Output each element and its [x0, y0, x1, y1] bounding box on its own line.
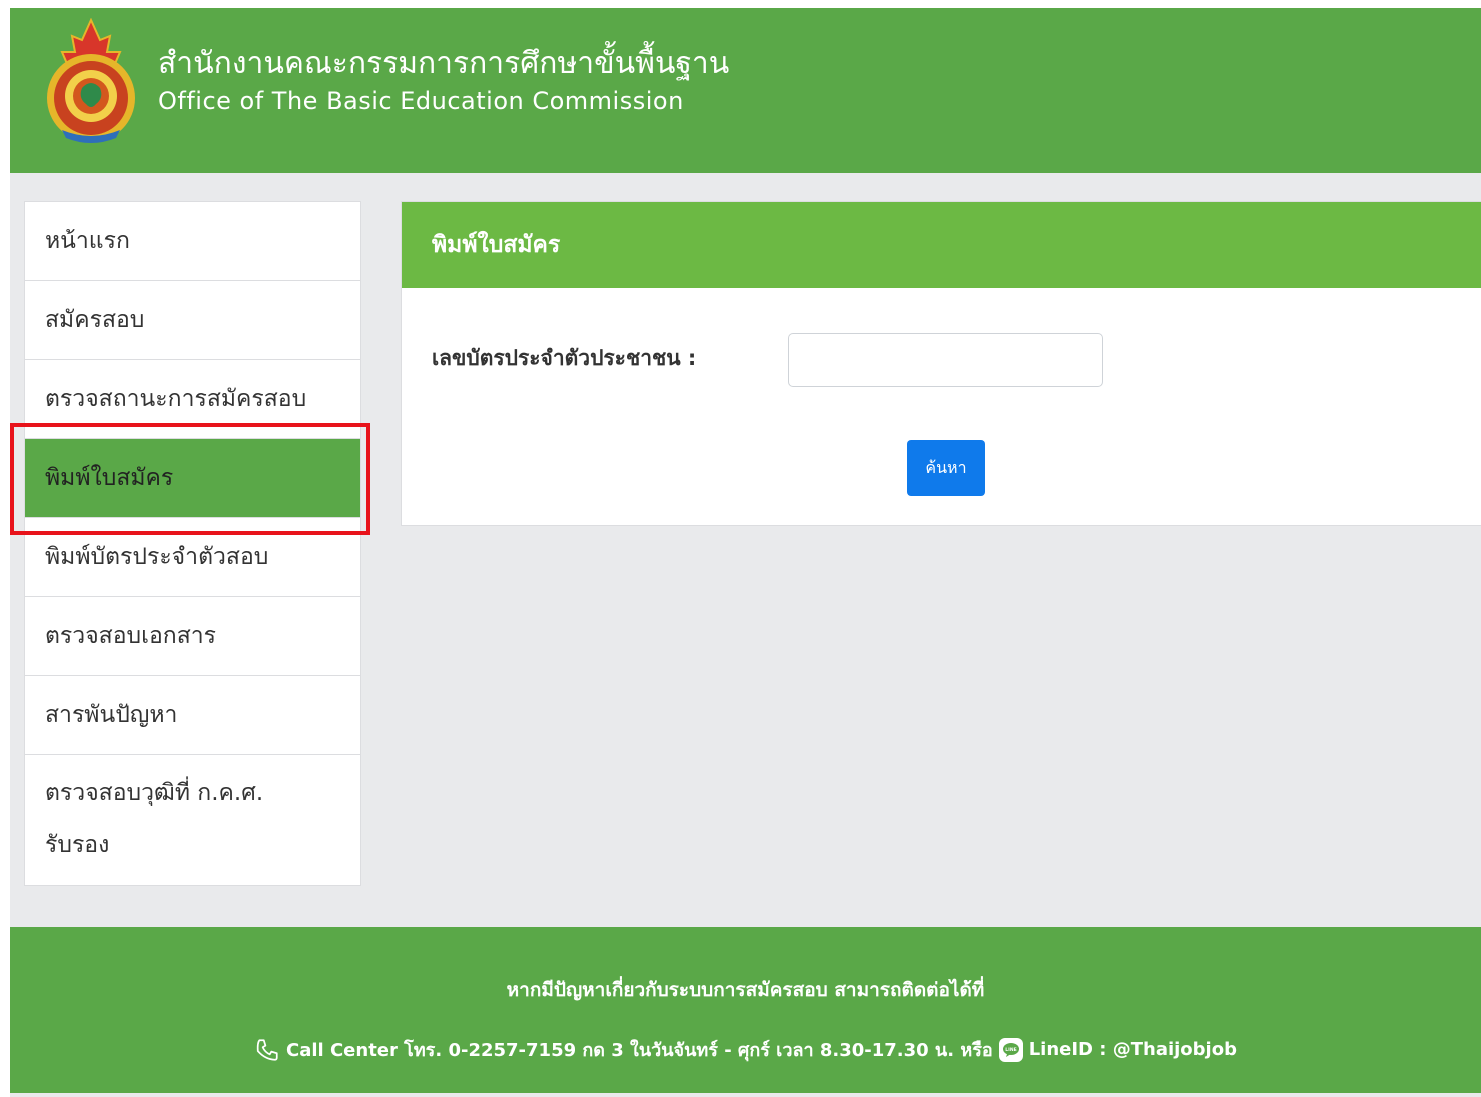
site-title-thai: สำนักงานคณะกรรมการการศึกษาขั้นพื้นฐาน	[158, 46, 730, 81]
svg-text:LINE: LINE	[1005, 1047, 1016, 1053]
sidebar-item-check-status[interactable]: ตรวจสถานะการสมัครสอบ	[25, 360, 360, 439]
sidebar-item-home[interactable]: หน้าแรก	[25, 202, 360, 281]
citizen-id-label: เลขบัตรประจำตัวประชาชน :	[432, 346, 697, 370]
page-frame: สำนักงานคณะกรรมการการศึกษาขั้นพื้นฐาน Of…	[10, 8, 1481, 1097]
sidebar-item-label: พิมพ์บัตรประจำตัวสอบ	[45, 544, 269, 570]
sidebar-item-check-qualification[interactable]: ตรวจสอบวุฒิที่ ก.ค.ศ. รับรอง	[25, 755, 360, 885]
sidebar-item-check-documents[interactable]: ตรวจสอบเอกสาร	[25, 597, 360, 676]
site-title-english: Office of The Basic Education Commission	[158, 87, 684, 115]
footer-line-id-text: LineID : @Thaijobjob	[1028, 1039, 1237, 1060]
sidebar-item-faq[interactable]: สารพันปัญหา	[25, 676, 360, 755]
site-header: สำนักงานคณะกรรมการการศึกษาขั้นพื้นฐาน Of…	[10, 8, 1481, 173]
sidebar-item-print-exam-card[interactable]: พิมพ์บัตรประจำตัวสอบ	[25, 518, 360, 597]
sidebar-item-apply[interactable]: สมัครสอบ	[25, 281, 360, 360]
print-application-panel: พิมพ์ใบสมัคร เลขบัตรประจำตัวประชาชน : ค้…	[401, 201, 1481, 526]
sidebar-menu: หน้าแรก สมัครสอบ ตรวจสถานะการสมัครสอบ พิ…	[24, 201, 361, 886]
phone-icon	[254, 1037, 280, 1063]
footer-call-center-text: Call Center โทร. 0-2257-7159 กด 3 ในวันจ…	[286, 1040, 993, 1061]
footer-contact-line: Call Center โทร. 0-2257-7159 กด 3 ในวันจ…	[10, 1035, 1481, 1064]
panel-title: พิมพ์ใบสมัคร	[402, 202, 1481, 288]
site-footer: หากมีปัญหาเกี่ยวกับระบบการสมัครสอบ สามาร…	[10, 927, 1481, 1093]
sidebar-item-label: สมัครสอบ	[45, 307, 145, 333]
obec-emblem-icon	[44, 17, 138, 144]
sidebar-item-print-application[interactable]: พิมพ์ใบสมัคร	[25, 439, 360, 518]
line-app-icon: LINE	[998, 1037, 1023, 1062]
sidebar-item-label: หน้าแรก	[45, 228, 130, 254]
sidebar-item-label: ตรวจสถานะการสมัครสอบ	[45, 386, 307, 412]
sidebar-item-label: สารพันปัญหา	[45, 702, 178, 728]
sidebar-item-label: พิมพ์ใบสมัคร	[45, 465, 174, 491]
sidebar-item-label: ตรวจสอบวุฒิที่ ก.ค.ศ. รับรอง	[45, 780, 264, 858]
citizen-id-input[interactable]	[788, 333, 1103, 387]
footer-help-text: หากมีปัญหาเกี่ยวกับระบบการสมัครสอบ สามาร…	[506, 979, 985, 1001]
search-button[interactable]: ค้นหา	[907, 440, 985, 496]
sidebar-item-label: ตรวจสอบเอกสาร	[45, 623, 217, 649]
